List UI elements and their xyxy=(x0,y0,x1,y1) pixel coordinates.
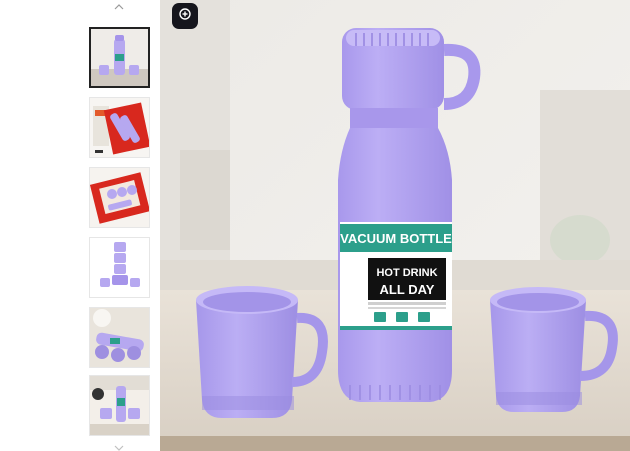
thumbnail-rail xyxy=(84,0,154,451)
main-product-image[interactable]: VACUUM BOTTLE HOT DRINK ALL DAY xyxy=(160,0,630,451)
label-line2: ALL DAY xyxy=(380,282,435,297)
label-title: VACUUM BOTTLE xyxy=(340,231,452,246)
zoom-icon xyxy=(178,7,192,26)
chevron-up-icon[interactable] xyxy=(110,0,128,14)
thumbnail-2[interactable] xyxy=(89,97,150,158)
thumbnail-5[interactable] xyxy=(89,307,150,368)
thumbnail-6[interactable] xyxy=(89,375,150,436)
label-line1: HOT DRINK xyxy=(376,267,437,279)
thumbnail-4[interactable] xyxy=(89,237,150,298)
product-gallery: VACUUM BOTTLE HOT DRINK ALL DAY xyxy=(0,0,630,451)
chevron-down-icon[interactable] xyxy=(110,441,128,451)
zoom-button[interactable] xyxy=(172,3,198,29)
thumbnail-3[interactable] xyxy=(89,167,150,228)
thumbnail-1[interactable] xyxy=(89,27,150,88)
